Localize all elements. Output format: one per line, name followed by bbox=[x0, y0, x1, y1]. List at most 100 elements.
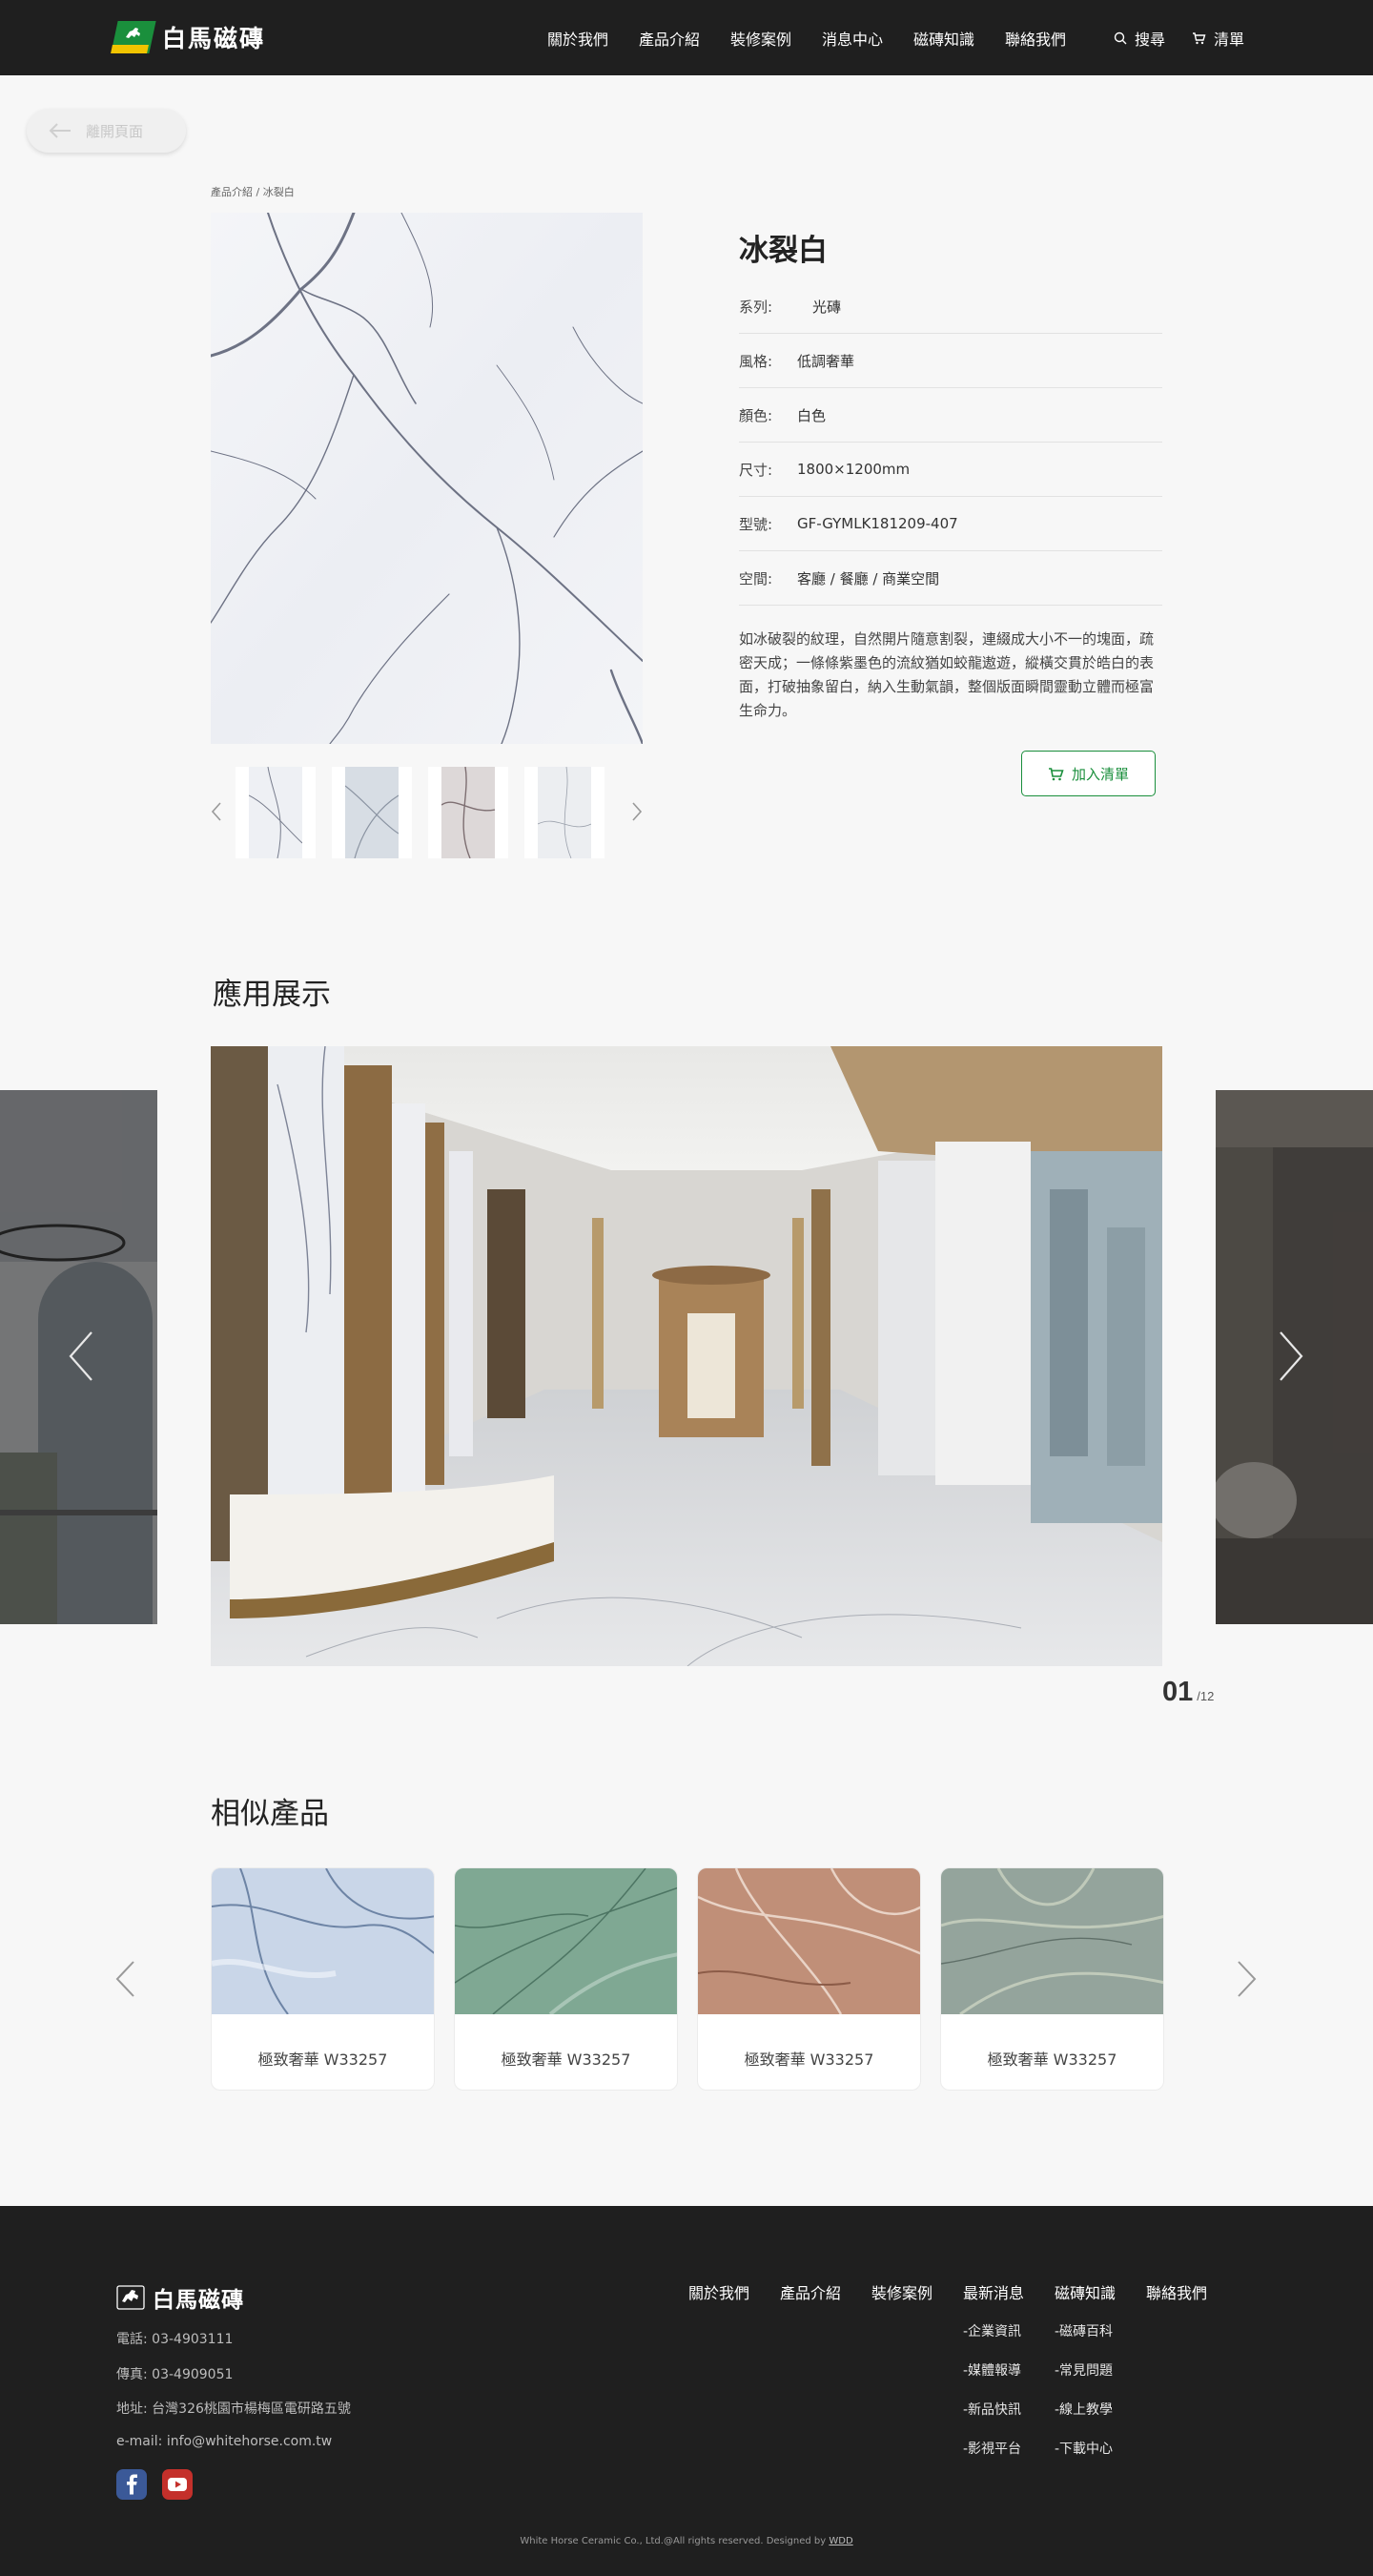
similar-product-image bbox=[698, 1868, 920, 2015]
spec-value: 客廳 / 餐廳 / 商業空間 bbox=[797, 569, 940, 587]
footer-link-tutorial[interactable]: -線上教學 bbox=[1055, 2400, 1113, 2419]
similar-product-name: 極致奢華 W33257 bbox=[257, 2050, 388, 2069]
site-logo[interactable]: 白馬磁磚 bbox=[111, 21, 265, 53]
footer-link-encyclopedia[interactable]: -磁磚百科 bbox=[1055, 2321, 1113, 2340]
back-button-label: 離開頁面 bbox=[86, 122, 144, 140]
slide-counter: 01 /12 bbox=[1162, 1677, 1214, 1708]
spec-row-size: 尺寸: 1800×1200mm bbox=[739, 443, 1162, 497]
similar-product-card[interactable]: 極致奢華 W33257 bbox=[697, 1867, 921, 2091]
search-label: 搜尋 bbox=[1135, 31, 1166, 49]
thumbnail-1[interactable] bbox=[236, 766, 316, 859]
slide-current: 01 bbox=[1162, 1677, 1194, 1707]
spec-row-style: 風格: 低調奢華 bbox=[739, 334, 1162, 388]
thumb-next-icon[interactable] bbox=[631, 801, 643, 822]
footer-nav-products[interactable]: 產品介紹 bbox=[780, 2280, 871, 2303]
thumbnail-2[interactable] bbox=[332, 767, 412, 859]
slide-prev-icon[interactable] bbox=[67, 1330, 95, 1382]
similar-title: 相似產品 bbox=[211, 1797, 329, 1831]
similar-product-card[interactable]: 極致奢華 W33257 bbox=[211, 1867, 435, 2091]
similar-product-image bbox=[455, 1868, 677, 2016]
slide-total: /12 bbox=[1197, 1689, 1215, 1703]
footer-logo[interactable]: 白馬磁磚 bbox=[116, 2281, 244, 2314]
footer-link-new-products[interactable]: -新品快訊 bbox=[963, 2400, 1021, 2419]
add-to-list-label: 加入清單 bbox=[1071, 765, 1129, 783]
footer-email[interactable]: e-mail: info@whitehorse.com.tw bbox=[116, 2434, 332, 2449]
spec-value: 低調奢華 bbox=[797, 352, 855, 370]
nav-news[interactable]: 消息中心 bbox=[822, 27, 913, 50]
spec-value: 1800×1200mm bbox=[797, 461, 911, 478]
main-nav: 關於我們 產品介紹 裝修案例 消息中心 磁磚知識 聯絡我們 bbox=[547, 27, 1096, 50]
footer-phone: 電話: 03-4903111 bbox=[116, 2332, 234, 2347]
search-icon bbox=[1114, 31, 1127, 45]
footer-nav-cases[interactable]: 裝修案例 bbox=[871, 2280, 963, 2303]
similar-product-name: 極致奢華 W33257 bbox=[501, 2050, 631, 2069]
similar-prev-icon[interactable] bbox=[114, 1960, 135, 1998]
nav-about[interactable]: 關於我們 bbox=[547, 27, 639, 50]
nav-cases[interactable]: 裝修案例 bbox=[730, 27, 822, 50]
similar-product-image bbox=[941, 1868, 1163, 2016]
similar-product-card[interactable]: 極致奢華 W33257 bbox=[940, 1867, 1164, 2091]
similar-products-grid: 極致奢華 W33257 極致奢華 W33257 極致奢華 W33257 極致奢華… bbox=[211, 1867, 1164, 2091]
spec-key: 型號: bbox=[739, 515, 773, 533]
thumbnail-4[interactable] bbox=[524, 766, 605, 859]
facebook-icon[interactable] bbox=[116, 2469, 147, 2500]
spec-key: 系列: bbox=[739, 298, 773, 316]
spec-row-model: 型號: GF-GYMLK181209-407 bbox=[739, 497, 1162, 551]
footer-logo-text: 白馬磁磚 bbox=[153, 2288, 244, 2313]
similar-product-name: 極致奢華 W33257 bbox=[987, 2050, 1117, 2069]
spec-table: 系列: 光磚 風格: 低調奢華 顏色: 白色 尺寸: 1800×1200mm 型號: GF… bbox=[739, 279, 1162, 606]
site-header: 白馬磁磚 關於我們 產品介紹 裝修案例 消息中心 磁磚知識 聯絡我們 搜尋 清單 bbox=[0, 0, 1373, 75]
similar-product-image bbox=[212, 1868, 434, 2015]
product-description: 如冰破裂的紋理，自然開片隨意割裂，連綴成大小不一的塊面，疏密天成；一條條紫墨色的… bbox=[739, 630, 1155, 719]
footer-nav-about[interactable]: 關於我們 bbox=[688, 2280, 780, 2303]
similar-product-card[interactable]: 極致奢華 W33257 bbox=[454, 1867, 678, 2091]
thumb-prev-icon[interactable] bbox=[211, 801, 222, 822]
nav-contact[interactable]: 聯絡我們 bbox=[1005, 27, 1096, 50]
footer-address: 地址: 台灣326桃園市楊梅區電研路五號 bbox=[116, 2401, 351, 2417]
copyright-text: White Horse Ceramic Co., Ltd.@All rights… bbox=[520, 2536, 827, 2546]
footer-nav-news[interactable]: 最新消息 bbox=[963, 2280, 1055, 2303]
spec-key: 尺寸: bbox=[739, 461, 773, 479]
nav-products[interactable]: 產品介紹 bbox=[639, 27, 730, 50]
thumbnail-3[interactable] bbox=[428, 766, 508, 859]
spec-value: GF-GYMLK181209-407 bbox=[797, 515, 958, 532]
spec-value: 光磚 bbox=[812, 298, 842, 316]
youtube-icon[interactable] bbox=[162, 2469, 193, 2500]
product-title: 冰裂白 bbox=[739, 234, 828, 268]
designer-link[interactable]: WDD bbox=[829, 2536, 852, 2546]
spec-key: 空間: bbox=[739, 569, 773, 587]
cart-button[interactable]: 清單 bbox=[1192, 27, 1244, 50]
spec-row-space: 空間: 客廳 / 餐廳 / 商業空間 bbox=[739, 551, 1162, 606]
footer-link-video[interactable]: -影視平台 bbox=[963, 2439, 1021, 2458]
copyright: White Horse Ceramic Co., Ltd.@All rights… bbox=[0, 2536, 1373, 2546]
white-horse-logo-icon bbox=[111, 21, 156, 53]
add-to-list-button[interactable]: 加入清單 bbox=[1021, 751, 1156, 796]
similar-next-icon[interactable] bbox=[1237, 1960, 1258, 1998]
cart-icon bbox=[1193, 32, 1206, 45]
spec-value: 白色 bbox=[797, 406, 827, 424]
footer-fax: 傳真: 03-4909051 bbox=[116, 2367, 234, 2382]
slide-next-icon[interactable] bbox=[1277, 1330, 1305, 1382]
nav-knowledge[interactable]: 磁磚知識 bbox=[913, 27, 1005, 50]
arrow-left-icon bbox=[49, 123, 71, 138]
application-slide-main bbox=[211, 1046, 1162, 1666]
application-title: 應用展示 bbox=[213, 978, 331, 1012]
footer-link-downloads[interactable]: -下載中心 bbox=[1055, 2439, 1113, 2458]
spec-key: 顏色: bbox=[739, 406, 773, 424]
product-main-image bbox=[211, 213, 643, 744]
breadcrumb: 產品介紹 / 冰裂白 bbox=[211, 186, 295, 198]
footer-link-faq[interactable]: -常見問題 bbox=[1055, 2360, 1113, 2380]
footer-link-company-info[interactable]: -企業資訊 bbox=[963, 2321, 1021, 2340]
footer-link-media[interactable]: -媒體報導 bbox=[963, 2360, 1021, 2380]
footer-nav-knowledge[interactable]: 磁磚知識 bbox=[1055, 2280, 1146, 2303]
thumbnail-strip bbox=[211, 766, 643, 859]
back-button[interactable]: 離開頁面 bbox=[27, 109, 186, 153]
white-horse-logo-icon bbox=[116, 2285, 145, 2310]
spec-key: 風格: bbox=[739, 352, 773, 370]
cart-icon bbox=[1048, 767, 1064, 780]
similar-product-name: 極致奢華 W33257 bbox=[744, 2050, 874, 2069]
search-button[interactable]: 搜尋 bbox=[1114, 27, 1165, 50]
footer-nav-contact[interactable]: 聯絡我們 bbox=[1146, 2280, 1238, 2303]
site-footer: 白馬磁磚 電話: 03-4903111 傳真: 03-4909051 地址: 台… bbox=[0, 2206, 1373, 2576]
cart-label: 清單 bbox=[1214, 31, 1245, 49]
